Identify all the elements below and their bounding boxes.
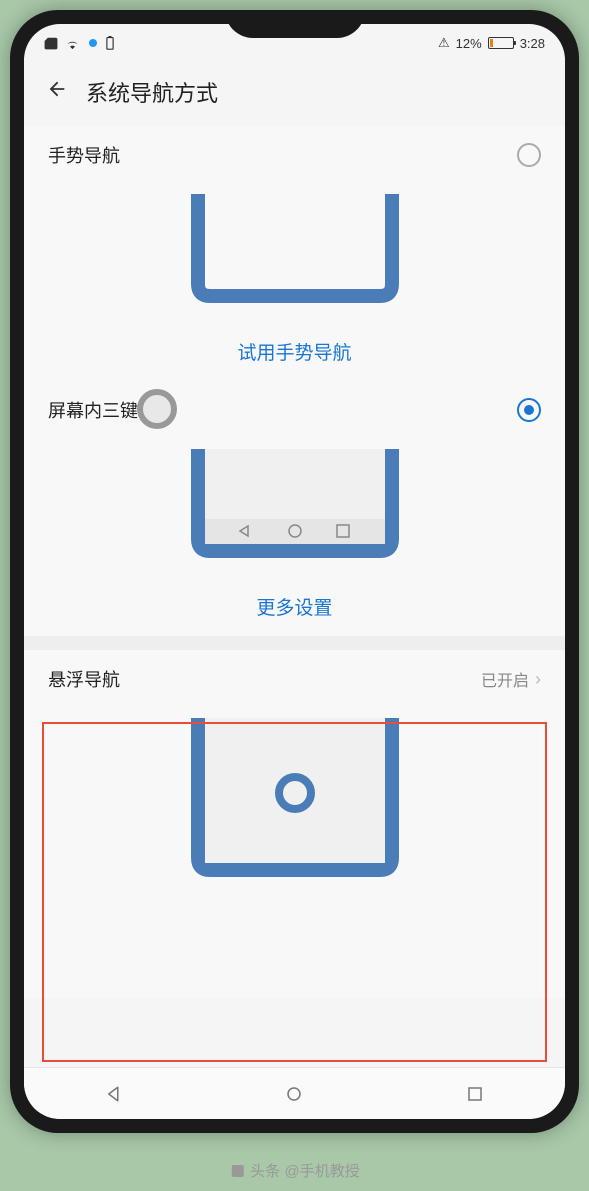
status-right: ⚠ 12% 3:28 <box>438 35 545 51</box>
page-header: 系统导航方式 <box>24 58 565 126</box>
sync-icon <box>87 37 99 49</box>
toutiao-icon <box>229 1163 245 1179</box>
floating-nav-status: 已开启 › <box>481 667 541 691</box>
source-watermark: 头条 @手机教授 <box>229 1160 359 1181</box>
radio-three-key[interactable] <box>517 398 541 422</box>
gesture-preview <box>24 184 565 322</box>
try-gesture-link[interactable]: 试用手势导航 <box>24 322 565 381</box>
three-key-preview <box>24 439 565 577</box>
more-settings-link[interactable]: 更多设置 <box>24 577 565 636</box>
option-gesture-nav[interactable]: 手势导航 <box>24 126 565 184</box>
floating-nav-label: 悬浮导航 <box>48 666 120 692</box>
gesture-nav-label: 手势导航 <box>48 142 120 168</box>
option-floating-nav[interactable]: 悬浮导航 已开启 › <box>24 650 565 708</box>
floating-preview <box>24 708 565 998</box>
floating-status-text: 已开启 <box>481 667 529 691</box>
clock-time: 3:28 <box>520 36 545 51</box>
battery-small-icon <box>106 36 114 50</box>
separator <box>24 636 565 650</box>
battery-warning-icon: ⚠ <box>438 35 450 51</box>
page-title: 系统导航方式 <box>86 76 218 108</box>
sim-icon <box>44 36 58 50</box>
screen: ⚠ 12% 3:28 系统导航方式 手势导航 试用手势导航 <box>24 24 565 1119</box>
system-navigation-bar <box>24 1067 565 1119</box>
display-notch <box>225 10 365 38</box>
phone-frame: ⚠ 12% 3:28 系统导航方式 手势导航 试用手势导航 <box>10 10 579 1133</box>
battery-percentage: 12% <box>456 36 482 51</box>
nav-back-button[interactable] <box>89 1085 139 1103</box>
battery-icon <box>488 37 514 49</box>
back-button[interactable] <box>46 78 68 107</box>
nav-home-button[interactable] <box>269 1085 319 1103</box>
nav-recent-button[interactable] <box>450 1085 500 1103</box>
status-left <box>44 36 114 51</box>
watermark-text: 头条 @手机教授 <box>250 1160 359 1181</box>
chevron-right-icon: › <box>535 669 541 690</box>
wifi-icon <box>65 36 80 51</box>
radio-gesture[interactable] <box>517 143 541 167</box>
option-three-key-nav[interactable]: 屏幕内三键导航 <box>24 381 565 439</box>
floating-nav-dot-overlay[interactable] <box>137 389 177 429</box>
